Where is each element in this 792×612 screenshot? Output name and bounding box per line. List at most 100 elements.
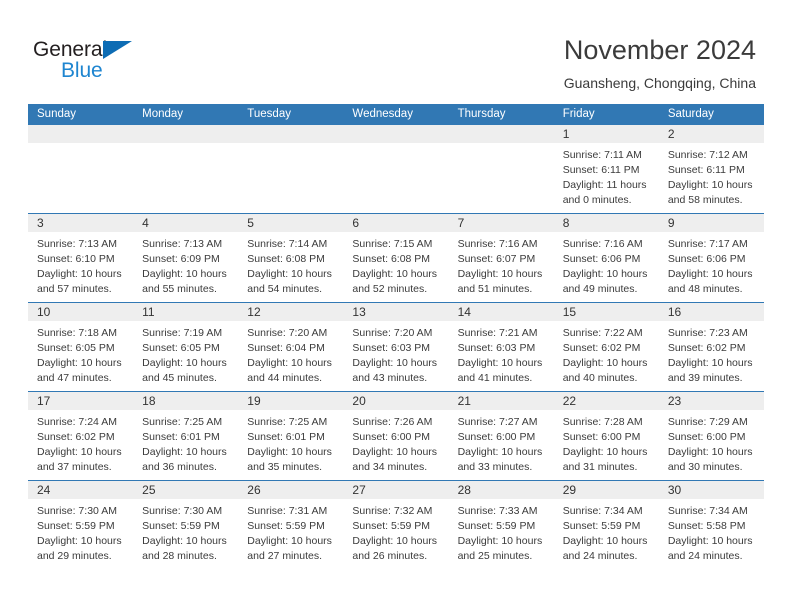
calendar-day-cell[interactable]: 14 Sunrise: 7:21 AM Sunset: 6:03 PM Dayligh… [448, 303, 554, 391]
calendar-day-cell[interactable]: 17 Sunrise: 7:24 AM Sunset: 6:02 PM Dayligh… [28, 392, 134, 480]
calendar-day-cell[interactable]: 18 Sunrise: 7:25 AM Sunset: 6:01 PM Dayligh… [133, 392, 239, 480]
calendar-day-cell[interactable]: 22 Sunrise: 7:28 AM Sunset: 6:00 PM Dayligh… [553, 392, 659, 480]
sunset-text: Sunset: 6:03 PM [352, 342, 431, 354]
day-number: 17 [28, 392, 134, 410]
weekday-header-tuesday: Tuesday [247, 108, 291, 120]
day-details: Sunrise: 7:16 AM Sunset: 6:07 PM Daylight:… [449, 232, 554, 302]
calendar-week-row: 10 Sunrise: 7:18 AM Sunset: 6:05 PM Dayligh… [28, 302, 764, 391]
sunrise-text: Sunrise: 7:13 AM [37, 238, 117, 250]
day-number: 27 [343, 481, 449, 499]
sunrise-text: Sunrise: 7:14 AM [247, 238, 328, 250]
day-number: 8 [553, 214, 659, 232]
daylight-text-line1: Daylight: 10 hours [37, 446, 122, 458]
calendar-day-cell[interactable]: 5 Sunrise: 7:14 AM Sunset: 6:08 PM Daylight… [238, 214, 344, 302]
day-number [238, 125, 344, 143]
sunrise-text: Sunrise: 7:16 AM [562, 238, 643, 250]
day-details: Sunrise: 7:34 AM Sunset: 5:58 PM Daylight:… [659, 499, 764, 569]
daylight-text-line1: Daylight: 10 hours [352, 357, 438, 369]
calendar-day-cell[interactable]: 2 Sunrise: 7:12 AM Sunset: 6:11 PM Daylight… [658, 125, 764, 213]
sunrise-text: Sunrise: 7:16 AM [457, 238, 538, 250]
sunrise-text: Sunrise: 7:13 AM [142, 238, 223, 250]
calendar-day-cell[interactable]: 13 Sunrise: 7:20 AM Sunset: 6:03 PM Dayligh… [343, 303, 449, 391]
calendar-week-cells: 1 Sunrise: 7:11 AM Sunset: 6:11 PM Daylight… [28, 125, 764, 213]
calendar-day-cell[interactable]: 30 Sunrise: 7:34 AM Sunset: 5:58 PM Dayligh… [658, 481, 764, 569]
day-details: Sunrise: 7:13 AM Sunset: 6:10 PM Daylight:… [28, 232, 133, 302]
day-details: Sunrise: 7:25 AM Sunset: 6:01 PM Daylight:… [133, 410, 238, 480]
calendar-day-cell-empty [28, 125, 134, 213]
daylight-text-line2: and 55 minutes. [142, 283, 217, 295]
calendar-day-cell[interactable]: 19 Sunrise: 7:25 AM Sunset: 6:01 PM Dayligh… [238, 392, 344, 480]
day-details: Sunrise: 7:32 AM Sunset: 5:59 PM Daylight:… [343, 499, 448, 569]
calendar-day-cell[interactable]: 15 Sunrise: 7:22 AM Sunset: 6:02 PM Dayligh… [553, 303, 659, 391]
calendar-day-cell[interactable]: 16 Sunrise: 7:23 AM Sunset: 6:02 PM Dayligh… [658, 303, 764, 391]
daylight-text-line1: Daylight: 10 hours [667, 446, 753, 458]
sunset-text: Sunset: 6:11 PM [562, 164, 640, 176]
sunrise-text: Sunrise: 7:23 AM [667, 327, 748, 339]
calendar-day-cell[interactable]: 7 Sunrise: 7:16 AM Sunset: 6:07 PM Daylight… [448, 214, 554, 302]
sunrise-text: Sunrise: 7:25 AM [247, 416, 328, 428]
day-number: 13 [343, 303, 449, 321]
calendar-day-cell[interactable]: 25 Sunrise: 7:30 AM Sunset: 5:59 PM Dayligh… [133, 481, 239, 569]
day-details: Sunrise: 7:23 AM Sunset: 6:02 PM Daylight:… [659, 321, 764, 391]
sunset-text: Sunset: 5:59 PM [142, 520, 220, 532]
calendar-day-cell[interactable]: 4 Sunrise: 7:13 AM Sunset: 6:09 PM Daylight… [133, 214, 239, 302]
day-number: 28 [448, 481, 554, 499]
sunset-text: Sunset: 6:02 PM [37, 431, 115, 443]
sunrise-text: Sunrise: 7:17 AM [667, 238, 748, 250]
sunset-text: Sunset: 6:06 PM [667, 253, 746, 265]
calendar-day-cell[interactable]: 23 Sunrise: 7:29 AM Sunset: 6:00 PM Dayligh… [658, 392, 764, 480]
sunset-text: Sunset: 6:00 PM [667, 431, 746, 443]
daylight-text-line2: and 52 minutes. [352, 283, 428, 295]
sunrise-text: Sunrise: 7:12 AM [667, 149, 748, 161]
day-details: Sunrise: 7:25 AM Sunset: 6:01 PM Daylight:… [238, 410, 343, 480]
sunrise-text: Sunrise: 7:32 AM [352, 505, 433, 517]
calendar-day-cell[interactable]: 3 Sunrise: 7:13 AM Sunset: 6:10 PM Daylight… [28, 214, 134, 302]
calendar-day-cell[interactable]: 1 Sunrise: 7:11 AM Sunset: 6:11 PM Daylight… [553, 125, 659, 213]
day-number: 15 [553, 303, 659, 321]
daylight-text-line1: Daylight: 10 hours [667, 179, 753, 191]
daylight-text-line2: and 26 minutes. [352, 550, 428, 562]
general-blue-logo[interactable]: General Blue [33, 38, 153, 82]
day-details: Sunrise: 7:33 AM Sunset: 5:59 PM Daylight:… [449, 499, 554, 569]
sunset-text: Sunset: 6:08 PM [352, 253, 431, 265]
calendar-day-cell[interactable]: 20 Sunrise: 7:26 AM Sunset: 6:00 PM Dayligh… [343, 392, 449, 480]
calendar-page: General Blue November 2024 Guansheng, Ch… [0, 0, 792, 612]
daylight-text-line1: Daylight: 10 hours [247, 268, 332, 280]
calendar-week-cells: 17 Sunrise: 7:24 AM Sunset: 6:02 PM Dayligh… [28, 392, 764, 480]
day-number [448, 125, 554, 143]
sunrise-text: Sunrise: 7:34 AM [667, 505, 748, 517]
calendar-day-cell[interactable]: 9 Sunrise: 7:17 AM Sunset: 6:06 PM Daylight… [658, 214, 764, 302]
calendar-day-cell[interactable]: 6 Sunrise: 7:15 AM Sunset: 6:08 PM Daylight… [343, 214, 449, 302]
daylight-text-line2: and 30 minutes. [667, 461, 743, 473]
calendar-day-cell[interactable]: 26 Sunrise: 7:31 AM Sunset: 5:59 PM Dayligh… [238, 481, 344, 569]
calendar-day-cell[interactable]: 11 Sunrise: 7:19 AM Sunset: 6:05 PM Dayligh… [133, 303, 239, 391]
calendar-day-cell[interactable]: 24 Sunrise: 7:30 AM Sunset: 5:59 PM Dayligh… [28, 481, 134, 569]
sunset-text: Sunset: 6:11 PM [667, 164, 745, 176]
page-header: General Blue November 2024 Guansheng, Ch… [0, 0, 792, 100]
day-number: 14 [448, 303, 554, 321]
sunrise-text: Sunrise: 7:31 AM [247, 505, 328, 517]
daylight-text-line2: and 36 minutes. [142, 461, 217, 473]
calendar-day-cell-empty [448, 125, 554, 213]
daylight-text-line2: and 25 minutes. [457, 550, 533, 562]
day-details: Sunrise: 7:24 AM Sunset: 6:02 PM Daylight:… [28, 410, 133, 480]
calendar-day-cell[interactable]: 10 Sunrise: 7:18 AM Sunset: 6:05 PM Dayligh… [28, 303, 134, 391]
day-number: 19 [238, 392, 344, 410]
daylight-text-line1: Daylight: 10 hours [247, 446, 332, 458]
day-details: Sunrise: 7:34 AM Sunset: 5:59 PM Daylight:… [554, 499, 659, 569]
sunrise-text: Sunrise: 7:20 AM [352, 327, 433, 339]
sunrise-text: Sunrise: 7:26 AM [352, 416, 433, 428]
calendar-day-cell[interactable]: 8 Sunrise: 7:16 AM Sunset: 6:06 PM Daylight… [553, 214, 659, 302]
sunset-text: Sunset: 6:02 PM [562, 342, 641, 354]
calendar-day-cell[interactable]: 28 Sunrise: 7:33 AM Sunset: 5:59 PM Dayligh… [448, 481, 554, 569]
calendar-week-row: 24 Sunrise: 7:30 AM Sunset: 5:59 PM Dayligh… [28, 480, 764, 569]
calendar-day-cell[interactable]: 21 Sunrise: 7:27 AM Sunset: 6:00 PM Dayligh… [448, 392, 554, 480]
day-number: 6 [343, 214, 449, 232]
daylight-text-line2: and 28 minutes. [142, 550, 217, 562]
calendar-day-cell[interactable]: 29 Sunrise: 7:34 AM Sunset: 5:59 PM Dayligh… [553, 481, 659, 569]
calendar-day-cell[interactable]: 12 Sunrise: 7:20 AM Sunset: 6:04 PM Dayligh… [238, 303, 344, 391]
day-number: 16 [658, 303, 764, 321]
sunrise-text: Sunrise: 7:34 AM [562, 505, 643, 517]
sunrise-text: Sunrise: 7:28 AM [562, 416, 643, 428]
calendar-day-cell[interactable]: 27 Sunrise: 7:32 AM Sunset: 5:59 PM Dayligh… [343, 481, 449, 569]
